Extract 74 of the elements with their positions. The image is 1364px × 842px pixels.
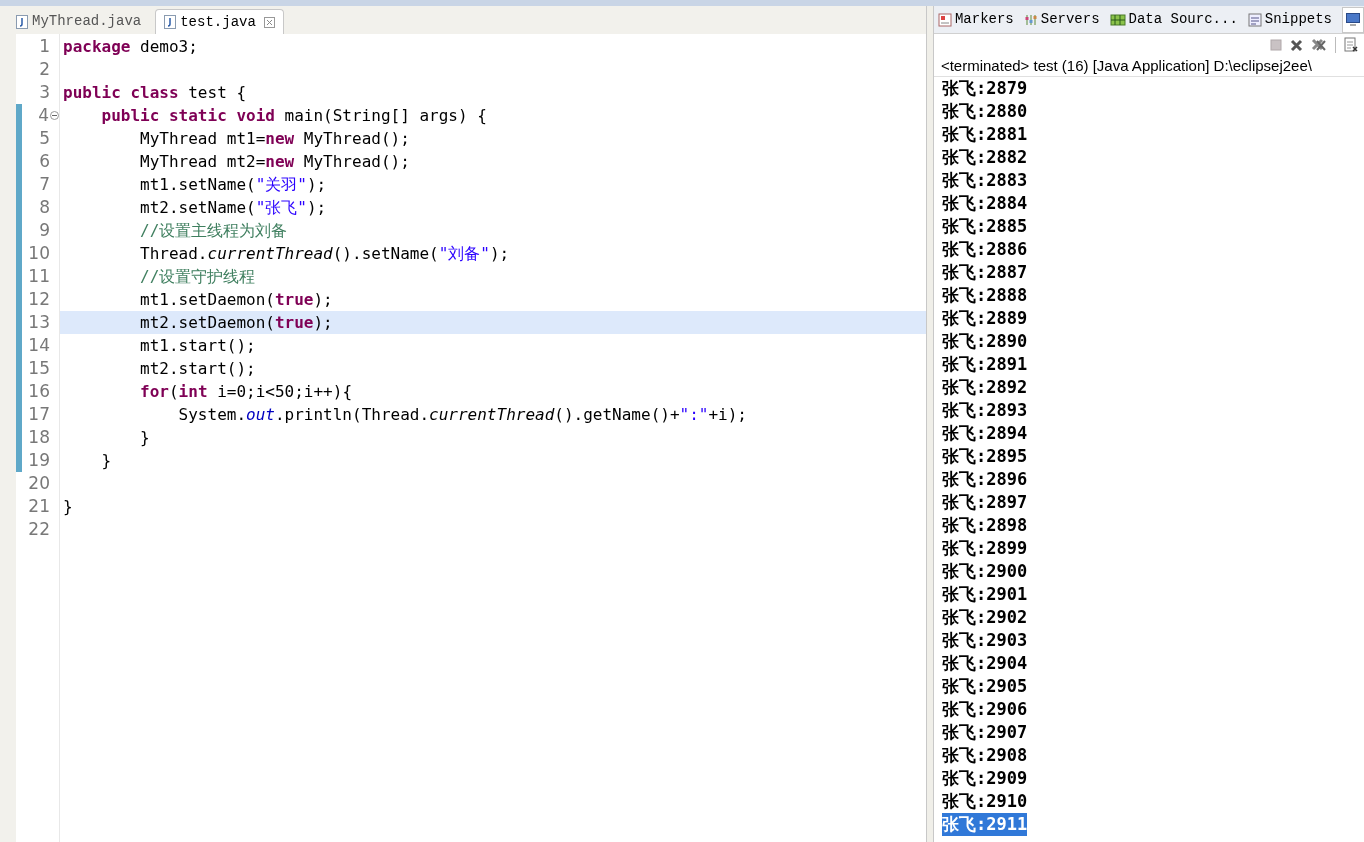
line-number: 15	[27, 356, 50, 380]
list-icon	[937, 12, 952, 27]
line-number: 7	[38, 172, 50, 196]
line-number: 18	[27, 425, 50, 449]
line-number: 16	[27, 379, 50, 403]
line-number: 19	[27, 448, 50, 472]
view-tab[interactable]: Markers	[937, 9, 1014, 30]
line-number: 13	[27, 310, 50, 334]
line-number: 9	[38, 218, 50, 242]
line-number: 6	[38, 149, 50, 173]
console-output-line: 张飞:2882	[941, 146, 1028, 169]
line-number: 2	[38, 57, 50, 81]
line-number: 14	[27, 333, 50, 357]
console-output-line: 张飞:2887	[941, 261, 1028, 284]
console-output-line: 张飞:2883	[941, 169, 1028, 192]
document-icon[interactable]	[1344, 37, 1358, 53]
editor-tab[interactable]: MyThread.java	[8, 9, 150, 34]
console-status: <terminated> test (16) [Java Application] D:\eclipsej2ee\	[933, 56, 1364, 77]
console-output-line: 张飞:2898	[941, 514, 1028, 537]
console-output-line: 张飞:2881	[941, 123, 1028, 146]
line-number: 10	[27, 241, 50, 265]
line-number: 11	[27, 264, 50, 288]
console-output-line: 张飞:2894	[941, 422, 1028, 445]
grid-icon	[1109, 12, 1126, 27]
monitor-icon	[1346, 13, 1360, 26]
view-tab[interactable]: Data Sourc...	[1109, 9, 1238, 30]
view-tab[interactable]: Snippets	[1247, 9, 1332, 30]
remove-icon[interactable]	[1290, 38, 1303, 52]
line-number: 21	[27, 494, 50, 518]
editor-tab[interactable]: test.java	[155, 9, 284, 34]
console-output-line: 张飞:2901	[941, 583, 1028, 606]
console-output-line: 张飞:2886	[941, 238, 1028, 261]
console-output-line: 张飞:2899	[941, 537, 1028, 560]
line-number: 5	[38, 126, 50, 150]
console-output-line: 张飞:2906	[941, 698, 1028, 721]
console-output-line: 张飞:2884	[941, 192, 1028, 215]
console-output-line: 张飞:2885	[941, 215, 1028, 238]
console-output-line: 张飞:2893	[941, 399, 1028, 422]
console-output-line: 张飞:2896	[941, 468, 1028, 491]
remove-all-icon[interactable]	[1311, 38, 1327, 52]
console-output-line: 张飞:2902	[941, 606, 1028, 629]
console-output-line: 张飞:2909	[941, 767, 1028, 790]
view-tab[interactable]: Servers	[1023, 9, 1100, 30]
console-output-line: 张飞:2908	[941, 744, 1028, 767]
console-output-line: 张飞:2907	[941, 721, 1028, 744]
line-number: 17	[27, 402, 50, 426]
line-number: 8	[38, 195, 50, 219]
console-output-line: 张飞:2880	[941, 100, 1028, 123]
line-number: 4	[37, 103, 49, 127]
console-output-line: 张飞:2905	[941, 675, 1028, 698]
sliders-icon	[1023, 12, 1038, 27]
console-output-line: 张飞:2903	[941, 629, 1028, 652]
console-output-line: 张飞:2904	[941, 652, 1028, 675]
console-output-line: 张飞:2889	[941, 307, 1028, 330]
console-output-line: 张飞:2879	[941, 77, 1028, 100]
console-tab[interactable]	[1342, 6, 1364, 33]
console-output-line: 张飞:2891	[941, 353, 1028, 376]
console-output-line: 张飞:2892	[941, 376, 1028, 399]
console-output-line: 张飞:2895	[941, 445, 1028, 468]
line-number: 22	[27, 517, 50, 541]
line-number: 1	[38, 34, 50, 58]
console-output-line: 张飞:2897	[941, 491, 1028, 514]
line-number: 12	[27, 287, 50, 311]
console-output-line: 张飞:2888	[941, 284, 1028, 307]
java-file-icon	[16, 14, 28, 29]
line-number: 20	[27, 471, 50, 495]
java-file-icon	[164, 15, 177, 29]
document-icon	[1247, 12, 1262, 27]
close-icon[interactable]	[263, 16, 275, 28]
console-output-line: 张飞:2890	[941, 330, 1028, 353]
line-number: 3	[38, 80, 50, 104]
collapse-icon[interactable]	[50, 111, 59, 120]
console-output-line: 张飞:2900	[941, 560, 1028, 583]
console-output-line: 张飞:2910	[941, 790, 1028, 813]
